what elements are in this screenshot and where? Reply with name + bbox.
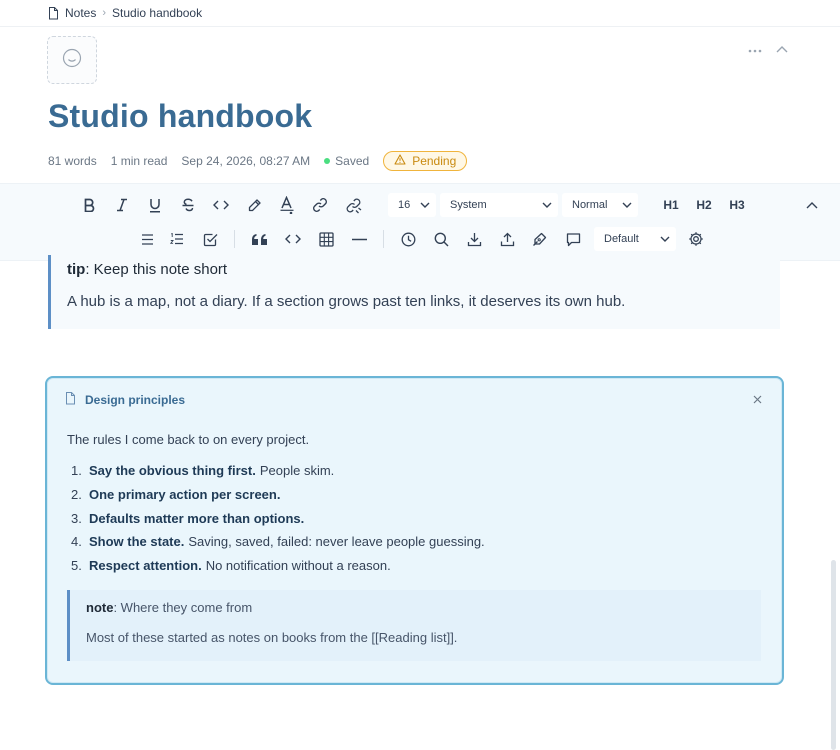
font-size-select[interactable]: 16 [388,193,436,217]
code-block-icon[interactable] [282,228,304,250]
chevron-down-icon [660,233,670,245]
list-item: 1. Say the obvious thing first. People ski… [71,463,335,478]
highlight-pen-icon[interactable] [243,194,265,216]
heading2-button[interactable]: H2 [692,194,716,216]
tip-label: tip [67,261,86,278]
blockquote-icon[interactable] [249,228,271,250]
comment-icon[interactable] [562,228,584,250]
font-family-value: System [450,199,487,211]
inline-code-icon[interactable] [210,194,232,216]
chevron-down-icon [622,199,632,211]
principles-list: 1. Say the obvious thing first. People ski… [71,463,485,582]
scrollbar-thumb[interactable] [831,560,836,750]
heading3-button[interactable]: H3 [725,194,749,216]
settings-gear-icon[interactable] [685,228,707,250]
note-label: note [86,600,114,615]
list-item: 3. Defaults matter more than options. [71,510,305,526]
tip-title: : Keep this note short [85,261,228,278]
theme-value: Default [604,233,639,245]
note-callout-body: Most of these started as notes on books … [86,630,458,645]
checklist-icon[interactable] [199,228,221,250]
status-dot-icon [324,158,331,164]
pending-badge[interactable]: Pending [383,151,468,171]
collapse-header-icon[interactable] [776,40,788,56]
download-icon[interactable] [463,228,485,250]
saved-status: Saved [324,154,369,168]
document-icon [65,392,76,408]
share-upload-icon[interactable] [496,228,518,250]
word-count: 81 words [48,154,97,168]
embedded-note-header[interactable]: Design principles [65,392,185,408]
paragraph-style-select[interactable]: Normal [562,193,638,217]
pen-tool-icon[interactable] [529,228,551,250]
embedded-note-title[interactable]: Design principles [85,393,185,407]
bold-icon[interactable] [78,194,100,216]
warning-icon [394,154,406,168]
note-title[interactable]: Studio handbook [48,98,312,135]
list-item: 5. Respect attention. No notification with… [71,558,391,574]
table-icon[interactable] [315,228,337,250]
formatting-toolbar: 16 System Normal H1 H2 H3 Default [0,183,840,261]
embedded-note-intro: The rules I come back to on every projec… [67,432,310,447]
note-callout-heading: note: Where they come from [86,600,252,615]
toolbar-divider [383,230,384,248]
strikethrough-icon[interactable] [177,194,199,216]
top-tools [748,40,788,56]
pending-label: Pending [412,154,457,168]
italic-icon[interactable] [111,194,133,216]
embedded-note-card[interactable]: Design principles The rules I come back … [45,376,784,685]
text-color-icon[interactable] [276,194,298,216]
font-family-select[interactable]: System [440,193,558,217]
unlink-icon[interactable] [342,194,364,216]
font-size-value: 16 [398,199,411,211]
note-meta: 81 words 1 min read Sep 24, 2026, 08:27 … [48,150,468,172]
more-options-icon[interactable] [748,40,762,56]
heading1-button[interactable]: H1 [659,194,683,216]
link-icon[interactable] [309,194,331,216]
list-item: 2. One primary action per screen. [71,486,281,502]
horizontal-rule-icon[interactable] [348,228,370,250]
note-callout: note: Where they come from Most of these… [67,590,761,661]
collapse-toolbar-icon[interactable] [801,194,823,216]
close-embed-icon[interactable] [753,391,762,407]
chevron-down-icon [542,199,552,211]
numbered-list-icon[interactable] [166,228,188,250]
theme-select[interactable]: Default [594,227,676,251]
breadcrumb-current: Studio handbook [112,6,203,20]
tip-callout: tip: Keep this note short A hub is a map… [48,255,780,329]
toolbar-divider [234,230,235,248]
smiley-icon [62,48,82,73]
header-divider [0,26,840,27]
chevron-right-icon: › [102,7,107,19]
read-time: 1 min read [110,154,168,168]
breadcrumb-root[interactable]: Notes [65,6,96,20]
list-item: 4. Show the state. Saving, saved, failed: … [71,534,485,550]
notes-file-icon [48,6,59,20]
history-clock-icon[interactable] [397,228,419,250]
saved-label: Saved [335,154,370,168]
chevron-down-icon [420,199,430,211]
tip-callout-heading: tip: Keep this note short [67,261,227,278]
bullet-list-icon[interactable] [136,228,158,250]
search-icon[interactable] [430,228,452,250]
timestamp: Sep 24, 2026, 08:27 AM [181,154,311,168]
add-emoji-button[interactable] [47,36,97,84]
note-title: : Where they come from [113,600,253,615]
paragraph-style-value: Normal [572,199,608,211]
tip-callout-body: A hub is a map, not a diary. If a sectio… [67,293,626,310]
breadcrumb: Notes › Studio handbook [48,4,202,22]
underline-icon[interactable] [144,194,166,216]
